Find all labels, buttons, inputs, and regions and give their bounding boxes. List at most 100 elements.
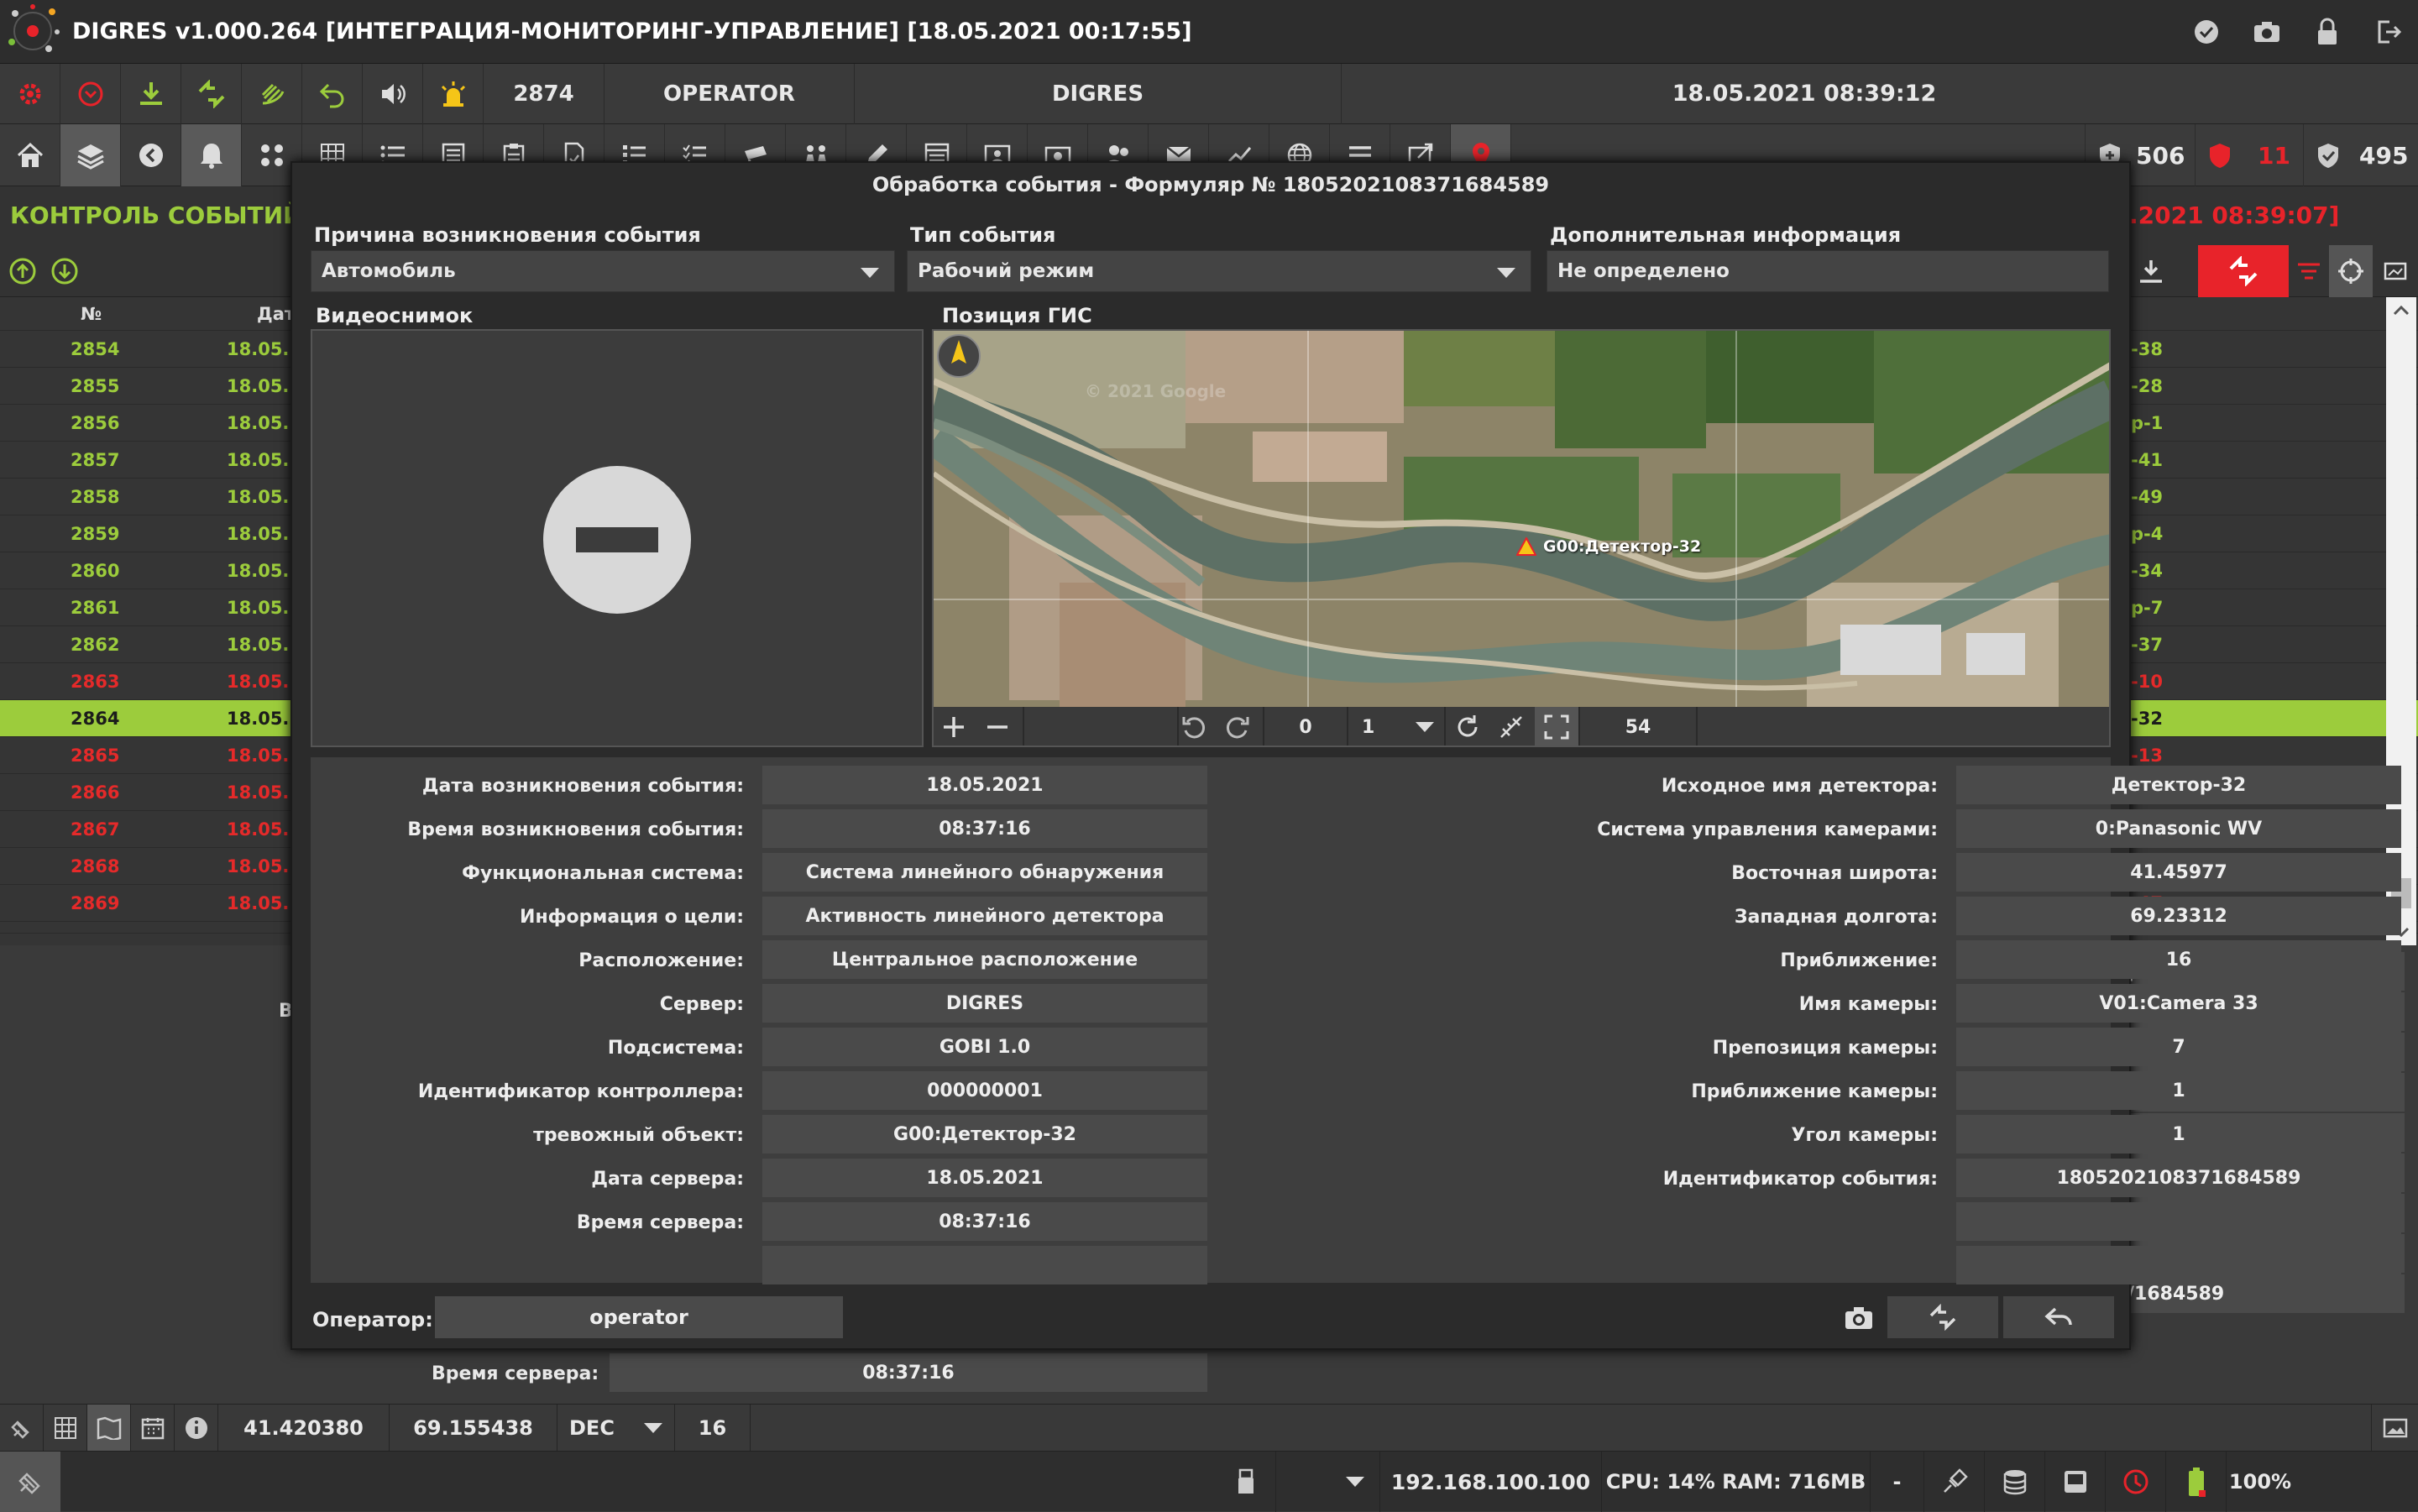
event-number: 2861	[71, 598, 120, 618]
event-date: 18.05.	[227, 856, 290, 876]
usb-drive-icon[interactable]	[1216, 1452, 1276, 1512]
cause-value: Автомобиль	[322, 260, 456, 282]
event-number: 2868	[71, 856, 120, 876]
event-detector: -34	[2131, 561, 2163, 581]
map-view-icon[interactable]	[87, 1405, 131, 1452]
system-bar: 192.168.100.100 CPU: 14% RAM: 716MB - 10…	[0, 1451, 2418, 1512]
event-number: 2858	[71, 487, 120, 507]
event-dialog: Обработка события - Формуляр № 180520210…	[290, 161, 2401, 1350]
plug-icon[interactable]	[1924, 1452, 1985, 1512]
rotate-left-icon[interactable]	[1180, 714, 1207, 740]
back-circle-icon[interactable]	[121, 123, 181, 186]
field-label: Расположение:	[578, 950, 744, 971]
layers-icon[interactable]	[60, 123, 121, 186]
event-detector: р-4	[2131, 524, 2164, 544]
event-number: 2866	[71, 782, 120, 803]
event-detector: р-1	[2131, 413, 2164, 433]
snapshot-panel	[311, 329, 924, 747]
field-label: тревожный объект:	[533, 1125, 744, 1146]
grid-view-icon[interactable]	[44, 1405, 87, 1452]
cause-select[interactable]: Автомобиль	[311, 250, 895, 292]
extra-info-value: Не определено	[1557, 260, 1730, 282]
siren-icon[interactable]	[423, 63, 484, 124]
snapshot-camera-icon[interactable]	[1844, 1305, 1874, 1332]
user-label: OPERATOR	[604, 63, 855, 124]
home-icon[interactable]	[0, 123, 60, 186]
scroll-up-icon[interactable]	[8, 257, 37, 285]
field-value: 18.05.2021	[762, 1159, 1207, 1197]
event-number: 2855	[71, 376, 120, 396]
hand-icon[interactable]	[242, 63, 302, 124]
zoom-in-icon[interactable]	[940, 714, 967, 740]
event-date: 18.05.	[227, 413, 290, 433]
connection-icon[interactable]	[0, 1452, 60, 1512]
field-label: Имя камеры:	[1798, 994, 1938, 1015]
type-value: Рабочий режим	[918, 260, 1095, 282]
field-value: G00:Детектор-32	[762, 1115, 1207, 1154]
download-icon[interactable]	[121, 63, 181, 124]
compass-icon[interactable]	[934, 331, 984, 381]
clock-alert-icon[interactable]	[2106, 1452, 2166, 1512]
scroll-down-icon[interactable]	[50, 257, 79, 285]
coord-format-select[interactable]: DEC	[557, 1405, 675, 1452]
panel-filter-icon[interactable]	[2292, 245, 2326, 297]
satellite-icon[interactable]	[0, 1405, 44, 1452]
field-label: Западная долгота:	[1734, 907, 1938, 928]
dialog-sync-button[interactable]	[1887, 1296, 1998, 1338]
counter-protected: 495	[2359, 141, 2409, 170]
current-datetime: 18.05.2021 08:39:12	[1672, 81, 1937, 107]
event-date: 18.05.	[227, 450, 290, 470]
lock-icon[interactable]	[2297, 2, 2358, 62]
refresh-icon[interactable]	[1454, 714, 1481, 740]
map-controls: 0 1 54	[934, 707, 2109, 746]
event-number: 2857	[71, 450, 120, 470]
panel-sync-button[interactable]	[2198, 245, 2289, 297]
check-icon[interactable]	[2176, 2, 2237, 62]
calendar-icon[interactable]	[131, 1405, 175, 1452]
panel-header-time: .2021 08:39:07]	[2129, 201, 2340, 229]
shield-alarm-icon	[2207, 142, 2232, 169]
extra-info-field[interactable]: Не определено	[1547, 250, 2109, 292]
event-detector: -10	[2131, 672, 2163, 692]
alarm-settings-icon[interactable]	[0, 63, 60, 124]
field-value: Центральное расположение	[762, 940, 1207, 979]
panel-target-icon[interactable]	[2329, 245, 2373, 297]
title-bar: DIGRES v1.000.264 [ИНТЕГРАЦИЯ-МОНИТОРИНГ…	[0, 0, 2418, 64]
info-icon[interactable]	[175, 1405, 218, 1452]
gis-map[interactable]: © 2021 Google G00:Детектор-32 0 1 54	[932, 329, 2111, 747]
field-label: Препозиция камеры:	[1712, 1038, 1938, 1059]
event-number: 2856	[71, 413, 120, 433]
event-date: 18.05.	[227, 339, 290, 359]
table-scrollbar[interactable]	[2386, 297, 2416, 945]
event-number: 2859	[71, 524, 120, 544]
type-select[interactable]: Рабочий режим	[907, 250, 1531, 292]
database-icon[interactable]	[1985, 1452, 2045, 1512]
camera-icon[interactable]	[2237, 2, 2297, 62]
bell-icon[interactable]	[181, 123, 242, 186]
coord-format-value: DEC	[569, 1416, 615, 1440]
server-icon[interactable]	[2045, 1452, 2106, 1512]
event-date: 18.05.	[227, 746, 290, 766]
event-detector: -28	[2131, 376, 2163, 396]
status-dash: -	[1871, 1452, 1924, 1512]
event-detector: -41	[2131, 450, 2163, 470]
cause-label: Причина возникновения события	[314, 223, 701, 247]
event-date: 18.05.	[227, 782, 290, 803]
screenshot-icon[interactable]	[2371, 1405, 2418, 1452]
drive-select[interactable]	[1276, 1452, 1380, 1512]
fullscreen-icon[interactable]	[1535, 707, 1578, 746]
undo-icon[interactable]	[302, 63, 363, 124]
alarm-down-icon[interactable]	[60, 63, 121, 124]
rotate-right-icon[interactable]	[1224, 714, 1251, 740]
measure-icon[interactable]	[1498, 714, 1525, 740]
sync-icon[interactable]	[181, 63, 242, 124]
event-date: 18.05.	[227, 635, 290, 655]
sound-icon[interactable]	[363, 63, 423, 124]
panel-image-icon[interactable]	[2378, 245, 2415, 297]
dialog-reply-button[interactable]	[2003, 1296, 2114, 1338]
field-label: Приближение камеры:	[1691, 1081, 1938, 1102]
exit-icon[interactable]	[2358, 2, 2418, 62]
map-marker[interactable]: G00:Детектор-32	[1516, 537, 1701, 556]
zoom-out-icon[interactable]	[984, 714, 1011, 740]
scale-select[interactable]: 1	[1348, 707, 1446, 746]
